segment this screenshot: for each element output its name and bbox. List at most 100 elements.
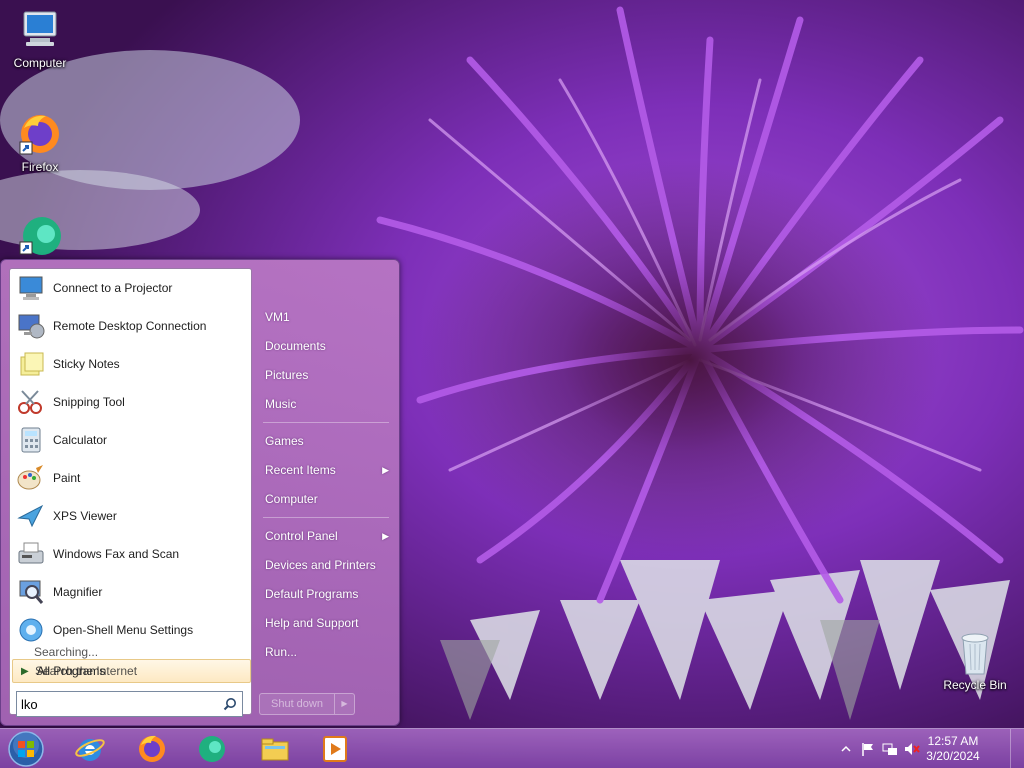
- program-connect-to-projector[interactable]: Connect to a Projector: [12, 270, 249, 306]
- program-calculator[interactable]: Calculator: [12, 422, 249, 458]
- search-internet-label[interactable]: Search the Internet: [35, 664, 137, 678]
- menu-item-computer[interactable]: Computer: [259, 487, 391, 511]
- taskbar-clock[interactable]: 12:57 AM 3/20/2024: [920, 734, 986, 764]
- submenu-arrow-icon: ▶: [382, 531, 389, 541]
- media-player-icon: [323, 736, 347, 762]
- edge-icon: [199, 736, 225, 762]
- projector-icon: [15, 272, 47, 304]
- clock-time: 12:57 AM: [927, 734, 979, 748]
- file-explorer-icon: [261, 738, 289, 761]
- search-icon[interactable]: [223, 697, 237, 714]
- program-label: Remote Desktop Connection: [53, 319, 207, 333]
- show-hidden-icons-icon[interactable]: [838, 741, 854, 757]
- program-open-shell-menu-settings[interactable]: Open-Shell Menu Settings: [12, 612, 249, 648]
- menu-separator: [263, 517, 389, 518]
- program-xps-viewer[interactable]: XPS Viewer: [12, 498, 249, 534]
- scissors-icon: [15, 386, 47, 418]
- fax-icon: [15, 538, 47, 570]
- open-shell-icon: [15, 614, 47, 646]
- desktop-icon-label: Recycle Bin: [943, 678, 1007, 692]
- menu-item-label: Default Programs: [265, 587, 359, 601]
- remote-desktop-icon: [15, 310, 47, 342]
- program-label: Connect to a Projector: [53, 281, 173, 295]
- menu-item-label: Games: [265, 434, 304, 448]
- clock-date: 3/20/2024: [926, 749, 980, 763]
- menu-item-label: VM1: [265, 310, 290, 324]
- program-snipping-tool[interactable]: Snipping Tool: [12, 384, 249, 420]
- taskbar: 12:57 AM 3/20/2024: [0, 728, 1024, 768]
- menu-item-run[interactable]: Run...: [259, 640, 391, 664]
- magnifier-icon: [15, 576, 47, 608]
- taskbar-file-explorer[interactable]: [247, 731, 303, 767]
- menu-item-music[interactable]: Music: [259, 392, 391, 416]
- shutdown-options-button[interactable]: ▶: [335, 693, 355, 715]
- program-label: Magnifier: [53, 585, 103, 599]
- taskbar-internet-explorer[interactable]: [62, 731, 118, 767]
- menu-item-label: Pictures: [265, 368, 309, 382]
- edge-icon: [19, 217, 61, 255]
- desktop-icon-edge[interactable]: [2, 212, 78, 260]
- menu-item-documents[interactable]: Documents: [259, 334, 391, 358]
- taskbar-firefox[interactable]: [124, 731, 180, 767]
- menu-item-recent-items[interactable]: Recent Items ▶: [259, 458, 391, 482]
- program-label: Calculator: [53, 433, 108, 447]
- menu-item-label: Music: [265, 397, 297, 411]
- chevron-right-icon: ▶: [341, 699, 348, 708]
- sticky-notes-icon: [15, 348, 47, 380]
- volume-muted-icon[interactable]: [904, 741, 920, 757]
- program-label: Sticky Notes: [53, 357, 120, 371]
- start-button[interactable]: [6, 730, 46, 768]
- menu-item-games[interactable]: Games: [259, 429, 391, 453]
- search-input[interactable]: [21, 696, 216, 712]
- menu-item-control-panel[interactable]: Control Panel ▶: [259, 524, 391, 548]
- desktop-icon-firefox[interactable]: Firefox: [2, 112, 78, 174]
- xps-viewer-icon: [15, 500, 47, 532]
- menu-item-default-programs[interactable]: Default Programs: [259, 582, 391, 606]
- internet-explorer-icon: [75, 739, 105, 761]
- menu-item-label: Computer: [265, 492, 318, 506]
- menu-item-help-and-support[interactable]: Help and Support: [259, 611, 391, 635]
- menu-item-label: Run...: [265, 645, 298, 659]
- show-desktop-button[interactable]: [1010, 729, 1024, 768]
- program-sticky-notes[interactable]: Sticky Notes: [12, 346, 249, 382]
- program-label: Windows Fax and Scan: [53, 547, 180, 561]
- shutdown-button[interactable]: Shut down: [259, 693, 335, 715]
- firefox-icon: [139, 735, 165, 762]
- network-icon[interactable]: [882, 741, 898, 757]
- all-programs-button[interactable]: ▶ All Programs Search the Internet: [12, 659, 251, 683]
- start-search-box[interactable]: [16, 691, 243, 717]
- desktop-icon-label: Computer: [13, 56, 67, 70]
- paint-icon: [15, 462, 47, 494]
- desktop-icon-computer[interactable]: Computer: [2, 8, 78, 70]
- program-label: Open-Shell Menu Settings: [53, 623, 194, 637]
- action-center-flag-icon[interactable]: [860, 741, 876, 757]
- menu-item-devices-and-printers[interactable]: Devices and Printers: [259, 553, 391, 577]
- program-label: Snipping Tool: [53, 395, 125, 409]
- windows-logo-icon: [8, 731, 44, 767]
- calculator-icon: [15, 424, 47, 456]
- menu-item-label: Control Panel: [265, 529, 338, 543]
- menu-item-vm1[interactable]: VM1: [259, 305, 391, 329]
- program-label: Paint: [53, 471, 81, 485]
- menu-separator: [263, 422, 389, 423]
- programs-pane: Connect to a Projector Remote Desktop Co…: [9, 268, 252, 717]
- system-tray: 12:57 AM 3/20/2024: [834, 729, 1024, 768]
- firefox-icon: [19, 115, 59, 155]
- desktop-icon-recycle-bin[interactable]: Recycle Bin: [937, 630, 1013, 692]
- taskbar-media-player[interactable]: [307, 731, 363, 767]
- menu-item-label: Recent Items: [265, 463, 336, 477]
- program-windows-fax-and-scan[interactable]: Windows Fax and Scan: [12, 536, 249, 572]
- menu-item-pictures[interactable]: Pictures: [259, 363, 391, 387]
- taskbar-edge[interactable]: [184, 731, 240, 767]
- menu-item-label: Help and Support: [265, 616, 359, 630]
- recycle-bin-icon: [961, 633, 989, 675]
- program-remote-desktop-connection[interactable]: Remote Desktop Connection: [12, 308, 249, 344]
- program-magnifier[interactable]: Magnifier: [12, 574, 249, 610]
- searching-status: Searching...: [34, 645, 99, 659]
- start-menu: Connect to a Projector Remote Desktop Co…: [0, 259, 400, 726]
- menu-item-label: Devices and Printers: [265, 558, 376, 572]
- program-paint[interactable]: Paint: [12, 460, 249, 496]
- computer-icon: [23, 11, 57, 46]
- menu-item-label: Documents: [265, 339, 326, 353]
- submenu-arrow-icon: ▶: [382, 465, 389, 475]
